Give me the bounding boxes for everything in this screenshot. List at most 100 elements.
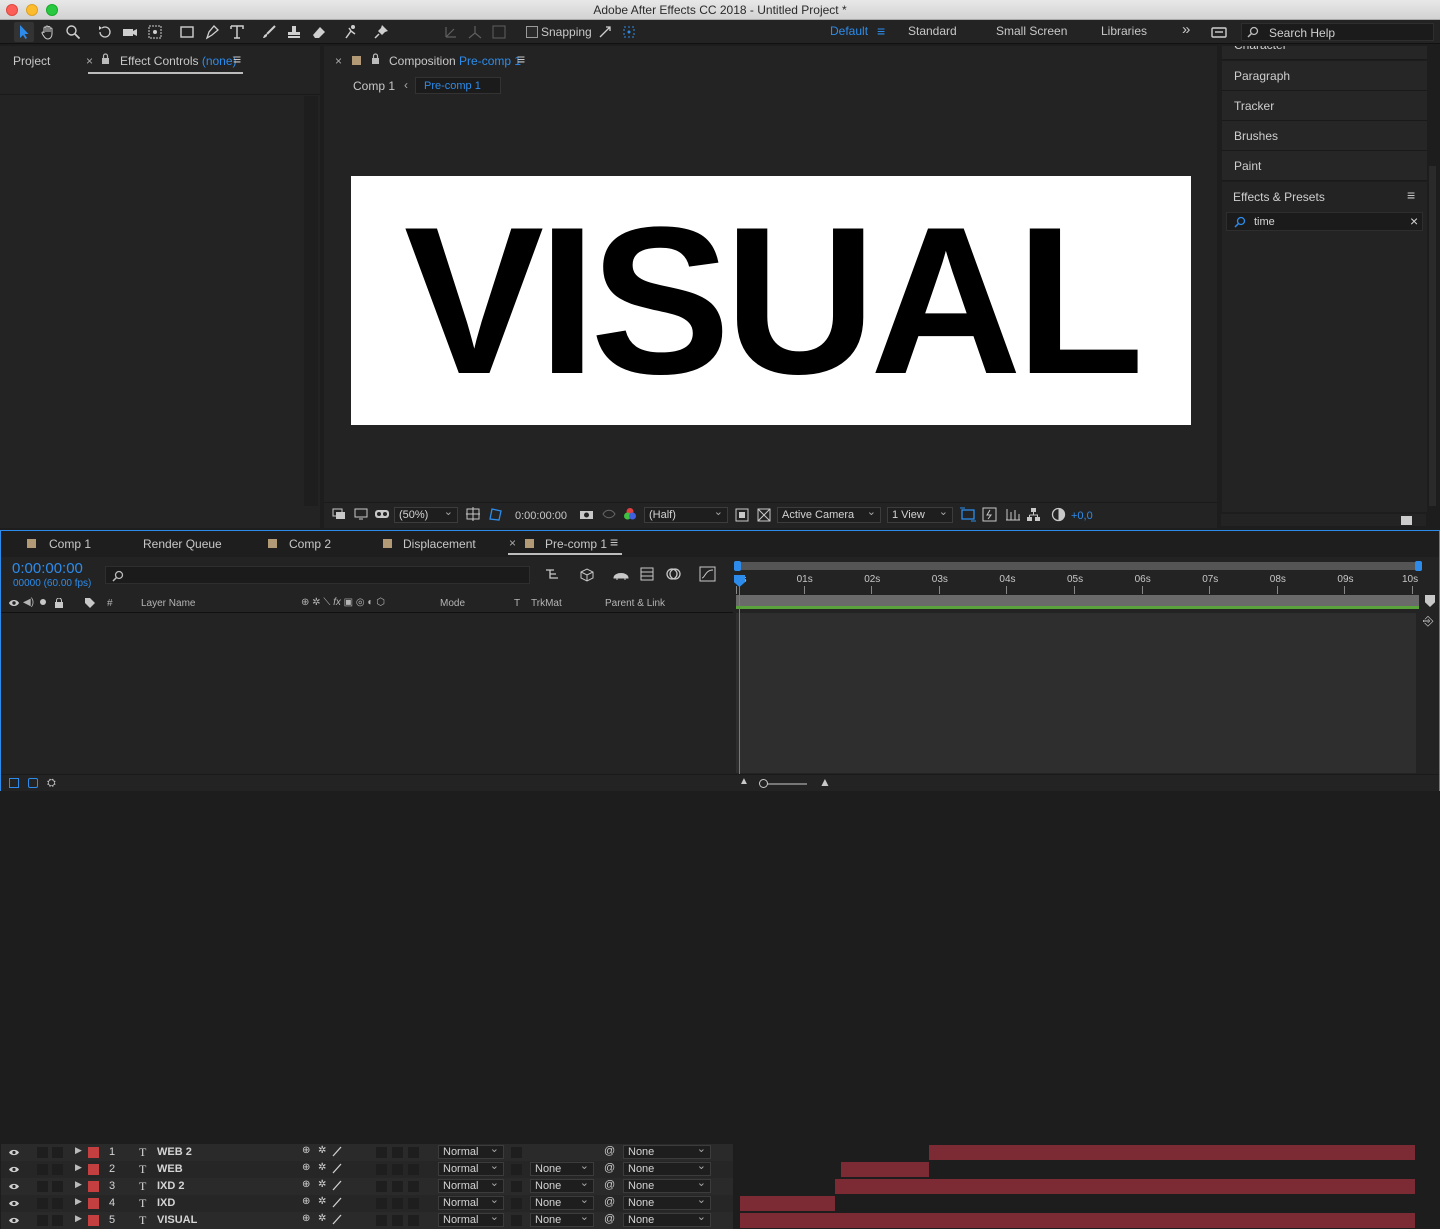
timeline-track-area[interactable]: [736, 613, 1416, 773]
always-preview-icon[interactable]: [332, 508, 346, 523]
hand-tool-icon[interactable]: [38, 22, 58, 42]
pick-whip-icon[interactable]: @: [604, 1213, 615, 1225]
blend-mode-select[interactable]: Normal: [438, 1160, 504, 1176]
comp-end-marker-icon[interactable]: [1425, 595, 1435, 607]
layer-name[interactable]: IXD: [157, 1197, 175, 1209]
workspace-libraries[interactable]: Libraries: [1101, 24, 1147, 38]
column-layer-name[interactable]: Layer Name: [141, 598, 195, 609]
pan-behind-tool-icon[interactable]: [145, 22, 165, 42]
resolution-select[interactable]: (Half): [644, 505, 728, 523]
sync-settings-icon[interactable]: [1209, 22, 1229, 42]
effect-switch[interactable]: [376, 1147, 387, 1158]
tracker-panel-item[interactable]: Tracker: [1222, 91, 1427, 121]
active-camera-select[interactable]: Active Camera: [777, 505, 881, 523]
pick-whip-icon[interactable]: @: [604, 1179, 615, 1191]
zoom-tool-icon[interactable]: [63, 22, 83, 42]
parent-select[interactable]: None: [623, 1177, 711, 1193]
eraser-tool-icon[interactable]: [309, 22, 329, 42]
timeline-current-time[interactable]: 0:00:00:00: [12, 560, 83, 577]
composition-menu-icon[interactable]: ≡: [517, 51, 525, 67]
solo-toggle[interactable]: [37, 1215, 48, 1226]
brushes-panel-item[interactable]: Brushes: [1222, 121, 1427, 151]
layer-duration-bar[interactable]: [929, 1145, 1415, 1160]
paragraph-panel-item[interactable]: Paragraph: [1222, 61, 1427, 91]
navigator-end-handle[interactable]: [1415, 561, 1422, 571]
expand-layer-triangle-icon[interactable]: ▶: [75, 1196, 82, 1207]
zoom-in-icon[interactable]: ▲: [819, 775, 831, 789]
preserve-transparency-toggle[interactable]: [511, 1147, 522, 1158]
collapse-switch-icon[interactable]: ✲: [318, 1162, 326, 1173]
more-workspaces-button[interactable]: »: [1182, 21, 1190, 38]
clear-search-icon[interactable]: ×: [1410, 213, 1418, 229]
zoom-out-icon[interactable]: ▲: [739, 776, 749, 787]
work-area-bar[interactable]: [736, 595, 1419, 609]
timeline-menu-icon[interactable]: ≡: [610, 534, 618, 550]
quality-switch-icon[interactable]: [332, 1214, 342, 1228]
local-axis-icon[interactable]: [441, 22, 461, 42]
magnification-select[interactable]: (50%): [394, 505, 458, 523]
3d-layer-switch[interactable]: [408, 1198, 419, 1209]
shy-layers-icon[interactable]: [612, 566, 630, 585]
parent-select[interactable]: None: [623, 1143, 711, 1159]
blend-mode-select[interactable]: Normal: [438, 1194, 504, 1210]
world-axis-icon[interactable]: [465, 22, 485, 42]
composition-lock-icon[interactable]: [371, 53, 380, 67]
scrollbar[interactable]: [304, 96, 318, 506]
panel-menu-icon[interactable]: ≡: [233, 51, 241, 67]
workspace-standard[interactable]: Standard: [908, 24, 957, 38]
composition-mini-flowchart-icon[interactable]: [544, 567, 562, 584]
type-tool-icon[interactable]: [227, 22, 247, 42]
track-matte-select[interactable]: None: [530, 1194, 594, 1210]
shy-switch-icon[interactable]: ⊕: [302, 1179, 310, 1190]
mask-visibility-icon[interactable]: [488, 507, 503, 525]
monitor-icon[interactable]: [354, 508, 368, 523]
layer-name[interactable]: WEB: [157, 1163, 183, 1175]
workspace-menu-icon[interactable]: ≡: [877, 23, 885, 39]
video-visibility-icon[interactable]: [9, 1199, 19, 1211]
render-time-toggle-icon[interactable]: ⛭: [47, 777, 56, 790]
preserve-transparency-toggle[interactable]: [511, 1164, 522, 1175]
pick-whip-icon[interactable]: @: [604, 1162, 615, 1174]
quality-switch-icon[interactable]: [332, 1180, 342, 1194]
motion-blur-switch[interactable]: [392, 1164, 403, 1175]
motion-blur-icon[interactable]: [665, 566, 683, 585]
safe-zones-icon[interactable]: [466, 507, 481, 525]
effect-switch[interactable]: [376, 1215, 387, 1226]
new-folder-icon[interactable]: [1401, 516, 1412, 525]
preserve-transparency-toggle[interactable]: [511, 1181, 522, 1192]
pick-whip-icon[interactable]: @: [604, 1196, 615, 1208]
motion-blur-switch[interactable]: [392, 1147, 403, 1158]
workspace-default[interactable]: Default: [830, 24, 868, 38]
video-visibility-icon[interactable]: [9, 1165, 19, 1177]
motion-blur-switch[interactable]: [392, 1215, 403, 1226]
expand-layer-triangle-icon[interactable]: ▶: [75, 1179, 82, 1190]
3d-layer-switch[interactable]: [408, 1147, 419, 1158]
composition-canvas[interactable]: VISUAL: [351, 176, 1191, 425]
layer-duration-bar[interactable]: [740, 1196, 835, 1211]
layer-row[interactable]: ▶ 1 T WEB 2 ⊕ ✲ Normal @ None: [1, 1143, 733, 1161]
exposure-value[interactable]: +0,0: [1071, 510, 1093, 522]
solo-toggle[interactable]: [37, 1164, 48, 1175]
clone-stamp-tool-icon[interactable]: [284, 22, 304, 42]
minimize-window-button[interactable]: [26, 4, 38, 16]
timeline-tab-pre-comp-1[interactable]: Pre-comp 1: [545, 537, 607, 551]
video-visibility-icon[interactable]: [9, 1182, 19, 1194]
lock-icon[interactable]: [101, 53, 110, 67]
breadcrumb-comp-1[interactable]: Comp 1: [353, 79, 395, 93]
layer-label-color[interactable]: [88, 1215, 99, 1226]
composition-viewer[interactable]: VISUAL: [324, 100, 1217, 500]
tab-project[interactable]: Project: [13, 54, 50, 68]
blend-mode-select[interactable]: Normal: [438, 1211, 504, 1227]
track-matte-select[interactable]: None: [530, 1160, 594, 1176]
reset-exposure-icon[interactable]: [1051, 507, 1066, 525]
3d-layer-switch[interactable]: [408, 1164, 419, 1175]
quality-switch-icon[interactable]: [332, 1146, 342, 1160]
timeline-tab-render-queue[interactable]: Render Queue: [143, 537, 222, 551]
effects-search-field[interactable]: time ×: [1226, 212, 1423, 231]
motion-blur-switch[interactable]: [392, 1198, 403, 1209]
track-matte-select[interactable]: None: [530, 1177, 594, 1193]
timeline-tab-comp-2[interactable]: Comp 2: [289, 537, 331, 551]
layer-duration-bar[interactable]: [834, 1179, 1415, 1194]
roto-brush-tool-icon[interactable]: [341, 22, 361, 42]
video-visibility-icon[interactable]: [9, 1216, 19, 1228]
